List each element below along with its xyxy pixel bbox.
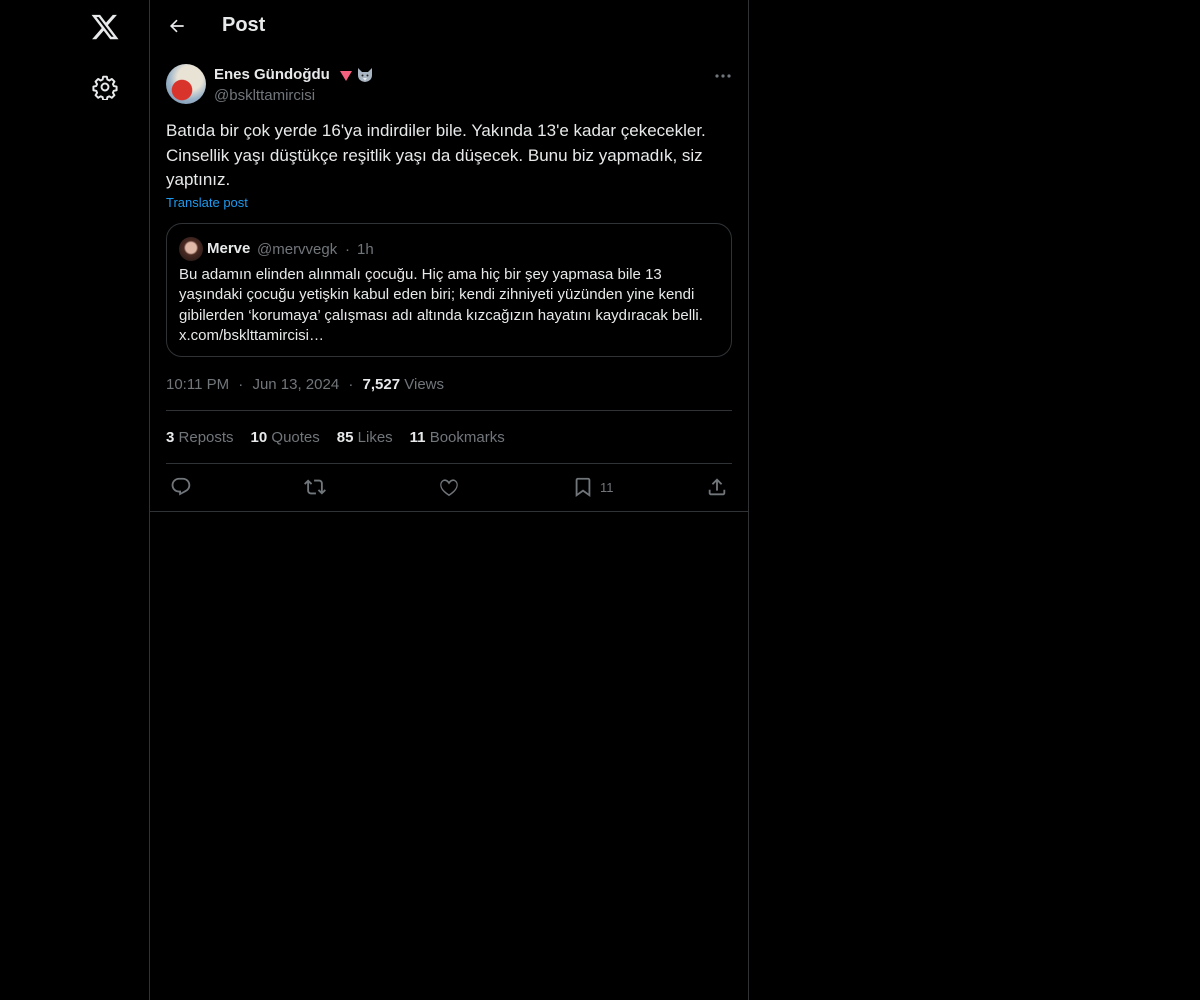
views-label: Views	[404, 376, 444, 393]
share-icon	[708, 478, 726, 496]
heart-icon	[440, 479, 458, 497]
divider	[166, 410, 732, 411]
engagement-stats: 3 Reposts 10 Quotes 85 Likes 11 Bookmarks	[166, 429, 522, 446]
post-date[interactable]: Jun 13, 2024	[252, 376, 339, 393]
meta-separator: ·	[348, 376, 354, 393]
author-handle[interactable]: @bsklttamircisi	[214, 87, 315, 104]
bookmark-button[interactable]: 11	[572, 475, 614, 499]
app: Post Enes Gündoğdu @bsklttamircisi Batıd…	[0, 0, 1200, 1000]
divider	[166, 463, 732, 464]
gear-icon[interactable]	[92, 74, 118, 101]
post-bottom-border	[150, 511, 748, 512]
post-header: Post	[150, 0, 748, 53]
post-text: Batıda bir çok yerde 16'ya indirdiler bi…	[166, 121, 706, 189]
translate-post-link[interactable]: Translate post	[166, 195, 248, 210]
bookmark-icon	[575, 477, 591, 498]
post-meta: 10:11 PM · Jun 13, 2024 · 7,527 Views	[166, 376, 444, 393]
stat-bookmarks[interactable]: 11 Bookmarks	[410, 429, 505, 446]
more-horizontal-icon	[715, 74, 731, 78]
stat-quotes[interactable]: 10 Quotes	[251, 429, 320, 446]
post-time[interactable]: 10:11 PM	[166, 376, 229, 393]
quoted-author-name: Merve	[207, 240, 251, 257]
x-logo-icon[interactable]	[90, 12, 120, 42]
quoted-post-text: Bu adamın elinden alınmalı çocuğu. Hiç a…	[179, 266, 703, 344]
author-name[interactable]: Enes Gündoğdu	[214, 66, 330, 83]
back-button[interactable]	[164, 13, 190, 39]
repost-icon	[304, 479, 326, 495]
stat-reposts[interactable]: 3 Reposts	[166, 429, 234, 446]
author-avatar[interactable]	[166, 64, 206, 104]
bookmark-count: 11	[600, 479, 614, 495]
more-button[interactable]	[710, 66, 736, 86]
action-bar: 11	[166, 472, 732, 502]
quoted-author-handle: @mervvegk	[257, 241, 338, 258]
arrow-left-icon	[169, 19, 184, 33]
stat-likes[interactable]: 85 Likes	[337, 429, 393, 446]
page-title: Post	[222, 14, 266, 36]
post-detail-column: Post Enes Gündoğdu @bsklttamircisi Batıd…	[149, 0, 749, 1000]
heart-badge-icon	[340, 71, 352, 81]
quoted-separator: ·	[345, 241, 350, 258]
reply-button[interactable]	[170, 475, 192, 499]
repost-button[interactable]	[304, 475, 326, 499]
quoted-post-time: 1h	[357, 241, 374, 258]
meta-separator: ·	[238, 376, 244, 393]
views-count: 7,527	[362, 376, 401, 393]
quoted-author-avatar	[179, 237, 203, 261]
left-nav-rail	[0, 0, 149, 1000]
wolf-emoji-icon	[358, 68, 372, 82]
quoted-post-card[interactable]: Merve @mervvegk · 1h Bu adamın elinden a…	[166, 223, 732, 357]
reply-icon	[171, 477, 191, 496]
like-button[interactable]	[438, 475, 460, 499]
share-button[interactable]	[706, 475, 728, 499]
